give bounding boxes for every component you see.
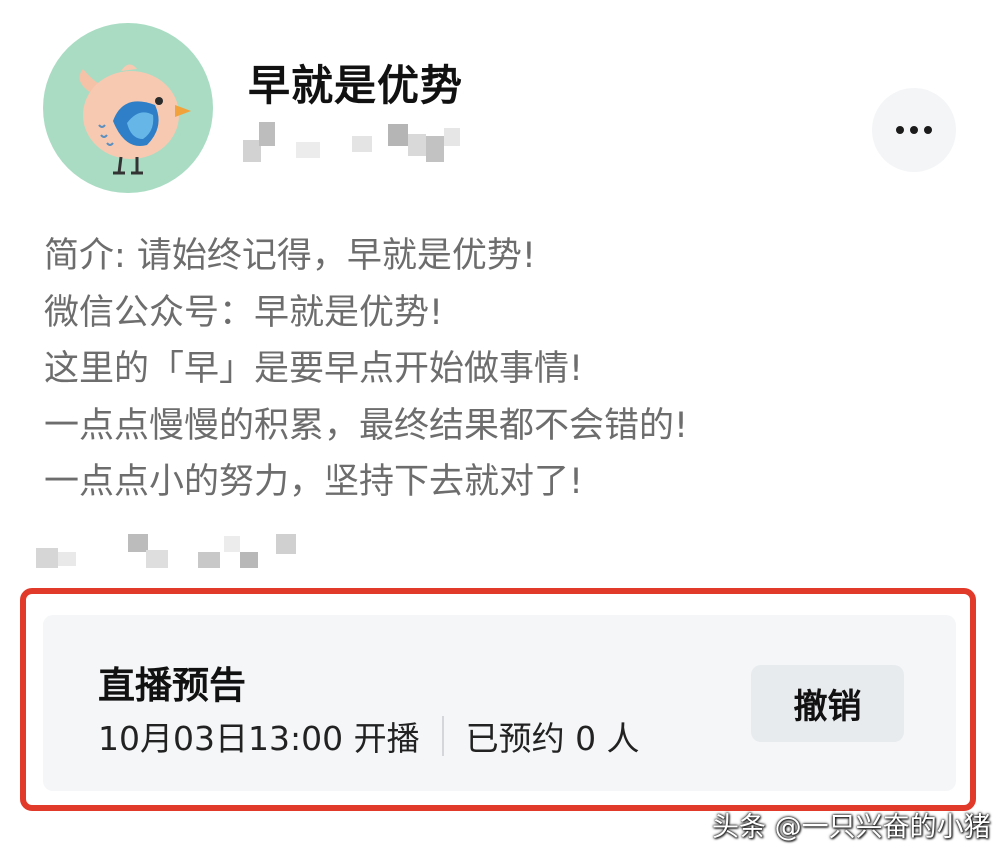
bird-avatar-icon (79, 64, 191, 175)
live-notice-title: 直播预告 (98, 664, 246, 707)
watermark: 头条 @一只兴奋的小猪 (712, 812, 991, 843)
live-notice-card: 直播预告 10月03日13:00 开播 已预约 0 人 撤销 (43, 615, 956, 791)
bio-line: 这里的「早」是要早点开始做事情! (44, 349, 584, 389)
more-options-button[interactable] (872, 88, 956, 172)
cancel-button[interactable]: 撤销 (751, 665, 904, 742)
bio-line: 简介: 请始终记得，早就是优势! (44, 236, 536, 276)
profile-bio: 简介: 请始终记得，早就是优势! 微信公众号：早就是优势! 这里的「早」是要早点… (44, 228, 688, 511)
live-notice-meta: 10月03日13:00 开播 已预约 0 人 (98, 712, 640, 760)
meta-divider (441, 716, 444, 756)
bio-line: 微信公众号：早就是优势! (44, 292, 444, 333)
profile-avatar[interactable] (43, 23, 213, 193)
profile-name: 早就是优势 (248, 61, 464, 110)
reservation-count: 已预约 0 人 (465, 719, 640, 758)
more-dots-icon-dot-2 (910, 126, 918, 134)
bio-line: 一点点慢慢的积累，最终结果都不会错的! (44, 405, 689, 446)
bio-line: 一点点小的努力，坚持下去就对了! (44, 462, 584, 502)
more-dots-icon-dot-3 (924, 126, 932, 134)
more-dots-icon (896, 126, 904, 134)
live-schedule: 10月03日13:00 开播 (98, 719, 420, 758)
